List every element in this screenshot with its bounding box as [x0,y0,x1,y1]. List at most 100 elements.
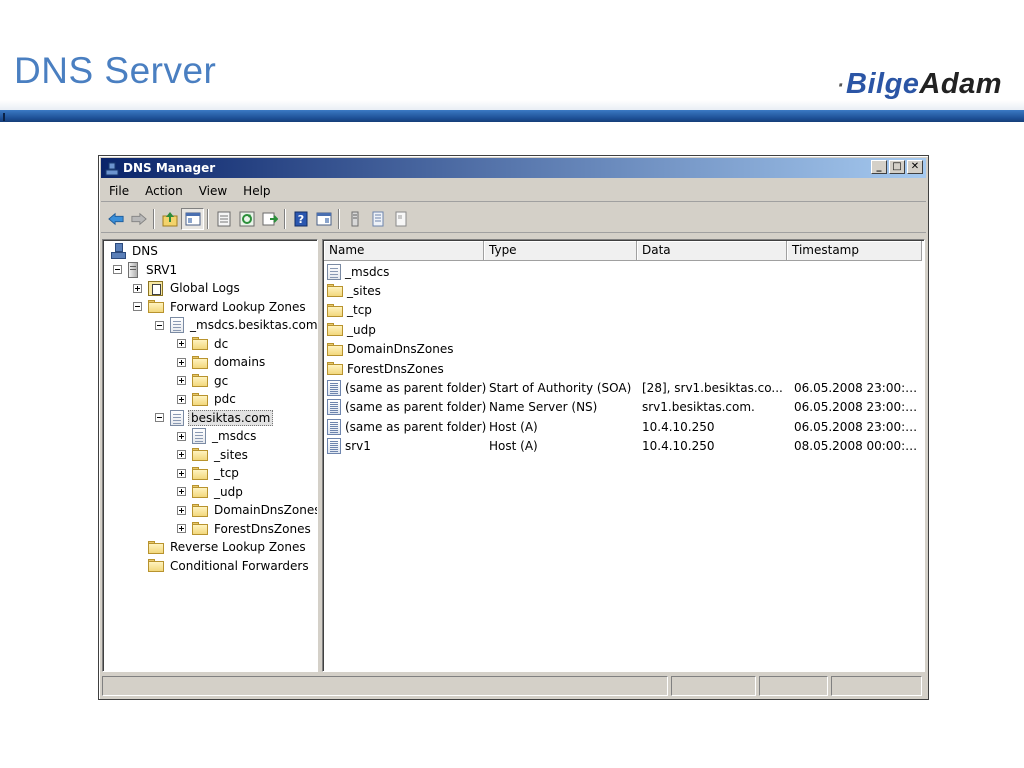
tree-item[interactable]: Conditional Forwarders [148,557,311,575]
column-header-timestamp[interactable]: Timestamp [787,241,922,261]
list-row[interactable]: (same as parent folder) Host (A) 10.4.10.2… [327,417,920,436]
cell-data: srv1.besiktas.com. [642,400,755,415]
cell-name-text: _udp [347,322,376,337]
expand-plus-icon[interactable] [177,339,186,348]
tree-item[interactable]: gc [177,372,230,390]
details-list[interactable]: Name Type Data Timestamp _msdcs _sites _tc… [322,239,925,672]
header-band-dark [0,110,1024,122]
close-button[interactable]: ✕ [907,160,923,174]
show-hide-action-pane-button[interactable] [312,208,335,230]
cell-name: _msdcs [327,263,487,280]
console-tree[interactable]: DNS SRV1 Global Logs Forward Lookup Zones _m… [102,239,318,672]
column-header-name[interactable]: Name [324,241,484,261]
expand-plus-icon[interactable] [177,357,186,367]
expand-plus-icon[interactable] [177,376,186,385]
collapse-minus-icon[interactable] [155,413,164,422]
list-row[interactable]: (same as parent folder) Start of Authorit… [327,378,920,397]
tree-item[interactable]: DomainDnsZones [177,501,318,519]
tree-item[interactable]: domains [177,353,267,371]
tree-item-label: DomainDnsZones [214,503,318,517]
cell-name: DomainDnsZones [327,342,487,356]
up-one-level-button[interactable] [158,208,181,230]
tree-item[interactable]: SRV1 [113,261,179,279]
list-row[interactable]: _msdcs [327,262,920,281]
forward-button[interactable] [127,208,150,230]
tree-item[interactable]: DNS [111,242,160,260]
zone-icon [170,317,184,333]
list-row[interactable]: srv1 Host (A) 10.4.10.250 08.05.2008 00:00:… [327,437,920,456]
list-row[interactable]: (same as parent folder) Name Server (NS) s… [327,398,920,417]
expand-plus-icon[interactable] [177,450,186,459]
export-list-button[interactable] [258,208,281,230]
column-header-data[interactable]: Data [637,241,787,261]
tree-item[interactable]: _msdcs.besiktas.com [155,316,318,334]
list-row[interactable]: _tcp [327,301,920,320]
zone-button[interactable] [389,208,412,230]
cell-type: Start of Authority (SOA) [489,380,632,395]
status-bar [102,676,925,696]
expand-plus-icon[interactable] [177,505,186,515]
tree-item[interactable]: _tcp [177,464,241,482]
folder-icon [327,284,343,298]
brand-part2: Adam [919,68,1002,100]
folder-icon [327,323,343,337]
window-titlebar[interactable]: DNS Manager _ □ ✕ [101,158,926,178]
column-header-type[interactable]: Type [484,241,637,261]
cell-name-text: _sites [347,283,381,298]
server-button[interactable] [343,208,366,230]
refresh-button[interactable] [235,208,258,230]
list-header: Name Type Data Timestamp [324,241,922,261]
tree-item[interactable]: _msdcs [177,427,258,445]
tree-item-label: DNS [132,244,158,258]
expand-plus-icon[interactable] [177,431,186,441]
list-row[interactable]: ForestDnsZones [327,359,920,378]
minimize-button[interactable]: _ [871,160,887,174]
tree-item-label: ForestDnsZones [214,521,311,536]
slide-title: DNS Server [14,50,217,91]
list-row[interactable]: _udp [327,320,920,339]
folder-icon [192,522,208,535]
menu-view[interactable]: View [191,184,235,198]
collapse-minus-icon[interactable] [133,302,142,311]
cell-name: ForestDnsZones [327,362,487,376]
properties-button[interactable] [212,208,235,230]
record-list-button[interactable] [366,208,389,230]
expand-plus-icon[interactable] [177,487,186,496]
expand-plus-icon[interactable] [177,524,186,533]
tree-item-label: _msdcs.besiktas.com [190,318,318,332]
menu-help[interactable]: Help [235,184,278,198]
tree-item[interactable]: Forward Lookup Zones [133,298,308,316]
cell-name-text: _msdcs [345,264,390,279]
dns-manager-window: DNS Manager _ □ ✕ File Action View Help [98,155,929,700]
toolbar-separator [338,208,340,229]
back-button[interactable] [104,208,127,230]
folder-icon [148,300,164,313]
tree-item[interactable]: pdc [177,390,238,408]
tree-item[interactable]: _udp [177,483,245,501]
expand-plus-icon[interactable] [177,394,186,404]
list-row[interactable]: _sites [327,281,920,300]
tree-item[interactable]: _sites [177,446,250,464]
folder-icon [192,374,208,387]
folder-icon [192,355,208,369]
cell-timestamp: 06.05.2008 23:00:00 [794,380,920,395]
cell-data: 10.4.10.250 [642,439,715,454]
expand-plus-icon[interactable] [133,283,142,293]
maximize-button[interactable]: □ [889,160,905,174]
menu-file[interactable]: File [101,184,137,198]
tree-item[interactable]: besiktas.com [155,409,274,427]
menu-action[interactable]: Action [137,184,191,198]
show-hide-console-tree-button[interactable] [181,207,204,230]
collapse-minus-icon[interactable] [155,320,164,330]
server-icon [128,261,138,278]
tree-item[interactable]: ForestDnsZones [177,520,313,538]
tree-item[interactable]: Global Logs [133,279,242,297]
cell-name: (same as parent folder) [327,399,487,416]
tree-item-label: besiktas.com [188,409,274,426]
collapse-minus-icon[interactable] [113,265,122,274]
tree-item[interactable]: dc [177,335,230,353]
tree-item[interactable]: Reverse Lookup Zones [148,538,308,556]
expand-plus-icon[interactable] [177,468,186,478]
help-button[interactable]: ? [289,208,312,230]
list-row[interactable]: DomainDnsZones [327,340,920,359]
